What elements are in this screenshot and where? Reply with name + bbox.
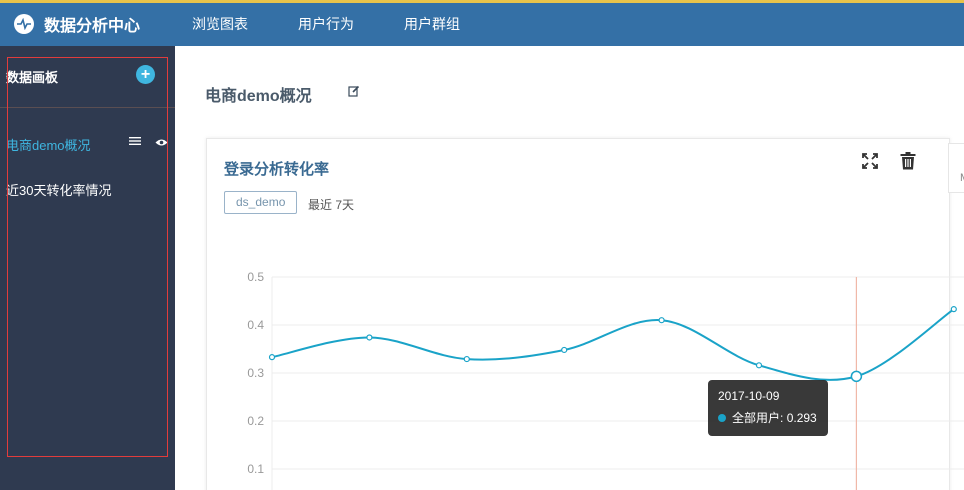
y-tick-label: 0.2 — [247, 414, 264, 428]
data-point — [561, 346, 568, 354]
y-tick-label: 0.4 — [247, 318, 264, 332]
data-point — [463, 355, 470, 363]
series-dot-icon — [718, 413, 726, 422]
data-point — [366, 334, 373, 341]
data-point — [658, 317, 665, 324]
tooltip-value: 0.293 — [786, 410, 817, 425]
data-point — [950, 306, 957, 313]
y-tick-label: 0.5 — [247, 270, 264, 284]
highlighted-data-point — [850, 370, 863, 383]
series-line — [271, 308, 955, 381]
y-tick-label: 0.1 — [247, 462, 264, 476]
tooltip-colon: : — [780, 410, 787, 425]
y-tick-label: 0.3 — [247, 366, 264, 380]
chart-tooltip: 2017-10-09 全部用户 : 0.293 — [708, 380, 828, 436]
data-point — [268, 354, 276, 361]
tooltip-series: 全部用户 — [732, 411, 781, 425]
data-point — [755, 362, 763, 369]
tooltip-date: 2017-10-09 — [718, 389, 780, 403]
